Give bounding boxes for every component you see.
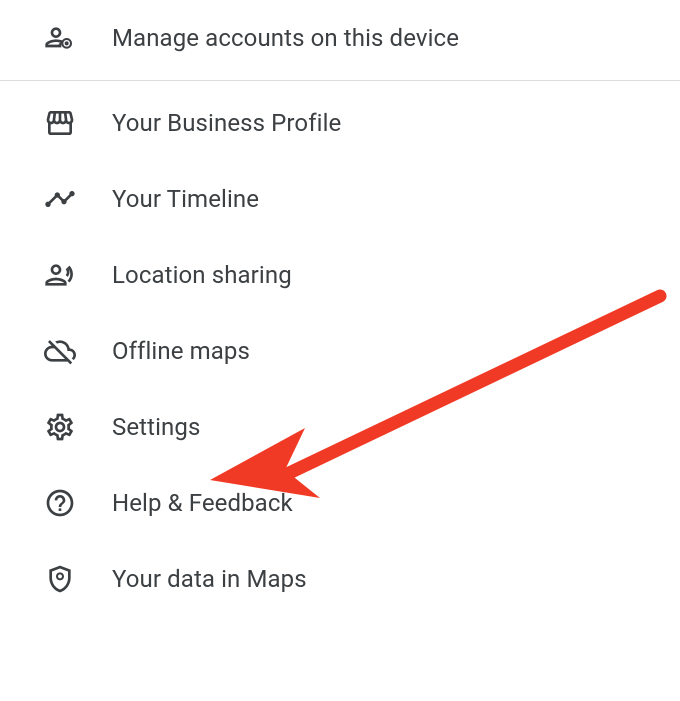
menu-item-label: Settings xyxy=(112,413,200,441)
menu-item-business-profile[interactable]: Your Business Profile xyxy=(0,85,680,161)
divider xyxy=(0,80,680,81)
menu-item-label: Offline maps xyxy=(112,337,250,365)
manage-accounts-icon xyxy=(44,22,76,54)
menu-item-manage-accounts[interactable]: Manage accounts on this device xyxy=(0,0,680,76)
storefront-icon xyxy=(44,107,76,139)
menu-item-label: Your data in Maps xyxy=(112,565,307,593)
menu-item-label: Help & Feedback xyxy=(112,489,293,517)
timeline-icon xyxy=(44,183,76,215)
menu-item-label: Your Business Profile xyxy=(112,109,341,137)
menu-item-help-feedback[interactable]: Help & Feedback xyxy=(0,465,680,541)
menu-item-settings[interactable]: Settings xyxy=(0,389,680,465)
menu-item-timeline[interactable]: Your Timeline xyxy=(0,161,680,237)
menu-item-location-sharing[interactable]: Location sharing xyxy=(0,237,680,313)
privacy-shield-icon xyxy=(44,563,76,595)
location-sharing-icon xyxy=(44,259,76,291)
menu-item-label: Your Timeline xyxy=(112,185,259,213)
menu-item-label: Location sharing xyxy=(112,261,292,289)
navigation-menu: Manage accounts on this device Your Busi… xyxy=(0,0,680,617)
menu-item-label: Manage accounts on this device xyxy=(112,24,459,52)
cloud-off-icon xyxy=(44,335,76,367)
menu-item-your-data[interactable]: Your data in Maps xyxy=(0,541,680,617)
help-icon xyxy=(44,487,76,519)
menu-item-offline-maps[interactable]: Offline maps xyxy=(0,313,680,389)
settings-icon xyxy=(44,411,76,443)
